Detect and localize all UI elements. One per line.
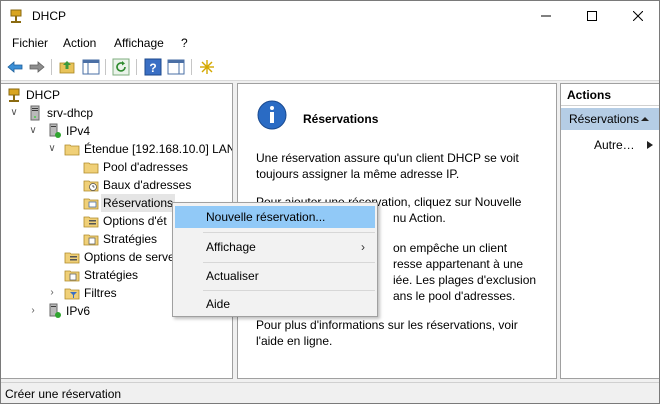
tree-label: Options d'ét <box>103 214 167 228</box>
menu-item-view[interactable]: Affichage › <box>175 236 375 258</box>
policies-folder-icon <box>83 234 99 246</box>
submenu-chevron-icon: › <box>361 240 365 254</box>
tree-label: Options de serve <box>84 250 175 264</box>
details-line: ans le pool d'adresses. <box>393 289 516 303</box>
toolbar: ? <box>1 53 659 81</box>
help-paragraph: Pour plus d'informations sur les réserva… <box>256 318 518 348</box>
menu-help[interactable]: ? <box>181 36 188 50</box>
maximize-button[interactable] <box>569 1 615 31</box>
help-icon[interactable]: ? <box>144 58 162 76</box>
ipv6-icon <box>49 303 61 318</box>
menu-bar: Fichier Action Affichage ? <box>1 31 659 53</box>
toolbar-separator <box>191 59 192 75</box>
description-paragraph: Une réservation assure qu'un client DHCP… <box>256 151 519 181</box>
collapse-chevron-icon[interactable]: ∨ <box>9 104 19 122</box>
menu-item-new-reservation[interactable]: Nouvelle réservation... <box>175 206 375 228</box>
info-icon <box>257 100 287 130</box>
up-folder-icon[interactable] <box>58 58 76 76</box>
tree-label: Stratégies <box>103 232 158 246</box>
tree-label: Stratégies <box>84 268 139 282</box>
tree-label: Baux d'adresses <box>103 178 192 192</box>
policies-folder-icon <box>64 270 80 282</box>
tree-label: Étendue [192.168.10.0] LAN <box>84 142 233 156</box>
expand-chevron-icon[interactable]: › <box>28 302 38 320</box>
actions-header: Actions <box>561 84 659 106</box>
forward-arrow-icon[interactable] <box>28 58 46 76</box>
ipv4-icon <box>49 123 61 138</box>
status-bar: Créer une réservation <box>1 382 659 403</box>
collapse-chevron-icon[interactable]: ∨ <box>47 140 57 158</box>
folder-icon <box>64 144 80 156</box>
dhcp-window: DHCP Fichier Action Affichage ? ? DHCP ∨… <box>0 0 660 404</box>
folder-icon <box>83 162 99 174</box>
title-bar: DHCP <box>1 1 659 31</box>
actions-pane: Actions Réservations Autre… <box>560 83 659 379</box>
tree-label: DHCP <box>26 88 61 102</box>
tree-label: IPv4 <box>66 124 91 138</box>
maximize-icon <box>587 11 597 21</box>
options-folder-icon <box>64 252 80 264</box>
action-pane-icon[interactable] <box>167 58 185 76</box>
menu-item-refresh[interactable]: Actualiser <box>175 265 375 287</box>
more-actions-label: Autre… <box>594 138 635 152</box>
tree-item-server[interactable]: ∨ srv-dhcp <box>1 104 231 122</box>
back-arrow-icon[interactable] <box>6 58 24 76</box>
toolbar-separator <box>51 59 52 75</box>
context-menu: Nouvelle réservation... Affichage › Actu… <box>172 202 378 317</box>
show-hide-tree-icon[interactable] <box>82 58 100 76</box>
menu-item-help[interactable]: Aide <box>175 293 375 315</box>
details-line: resse appartenant à une <box>393 257 524 271</box>
submenu-arrow-icon <box>647 141 653 149</box>
dhcp-app-icon <box>10 9 22 23</box>
options-folder-icon <box>83 216 99 228</box>
filter-folder-icon <box>64 288 80 300</box>
tree-label: Filtres <box>84 286 117 300</box>
toolbar-separator <box>136 59 137 75</box>
collapse-up-icon <box>641 117 649 121</box>
tree-label: srv-dhcp <box>47 106 94 120</box>
reservation-folder-icon <box>83 198 99 210</box>
section-label: Réservations <box>569 112 640 126</box>
tree-label: Pool d'adresses <box>103 160 189 174</box>
server-icon <box>30 105 40 121</box>
close-button[interactable] <box>615 1 659 31</box>
details-line: iée. Les plages d'exclusion <box>393 273 537 287</box>
refresh-icon[interactable] <box>112 58 130 76</box>
window-title: DHCP <box>32 9 67 23</box>
expand-chevron-icon[interactable]: › <box>47 284 57 302</box>
tree-item-address-pool[interactable]: Pool d'adresses <box>1 158 231 176</box>
tree-label: Réservations <box>101 194 176 212</box>
menu-item-label: Affichage <box>206 240 256 254</box>
menu-action[interactable]: Action <box>63 36 96 50</box>
details-line: on empêche un client <box>393 241 508 255</box>
toolbar-separator <box>105 59 106 75</box>
minimize-button[interactable] <box>523 1 569 31</box>
menu-separator <box>203 232 375 233</box>
tree-label: IPv6 <box>66 304 91 318</box>
svg-text:?: ? <box>149 61 156 75</box>
reservation-details: on empêche un client resse appartenant à… <box>393 240 553 304</box>
menu-affichage[interactable]: Affichage <box>114 36 164 50</box>
close-icon <box>633 11 643 21</box>
status-text: Créer une réservation <box>5 387 122 401</box>
menu-separator <box>203 262 375 263</box>
minimize-icon <box>541 15 551 17</box>
new-star-icon[interactable] <box>198 58 216 76</box>
collapse-chevron-icon[interactable]: ∨ <box>28 122 38 140</box>
tree-item-ipv4[interactable]: ∨ IPv4 <box>1 122 231 140</box>
dhcp-icon <box>8 88 20 102</box>
actions-section-reservations[interactable]: Réservations <box>561 108 659 130</box>
pane-title: Réservations <box>303 112 379 126</box>
menu-separator <box>203 290 375 291</box>
menu-fichier[interactable]: Fichier <box>12 36 48 50</box>
tree-item-address-leases[interactable]: Baux d'adresses <box>1 176 231 194</box>
actions-more-item[interactable]: Autre… <box>561 134 659 156</box>
tree-item-scope[interactable]: ∨ Étendue [192.168.10.0] LAN <box>1 140 233 158</box>
clock-folder-icon <box>83 180 99 192</box>
tree-item-dhcp[interactable]: DHCP <box>1 86 231 104</box>
